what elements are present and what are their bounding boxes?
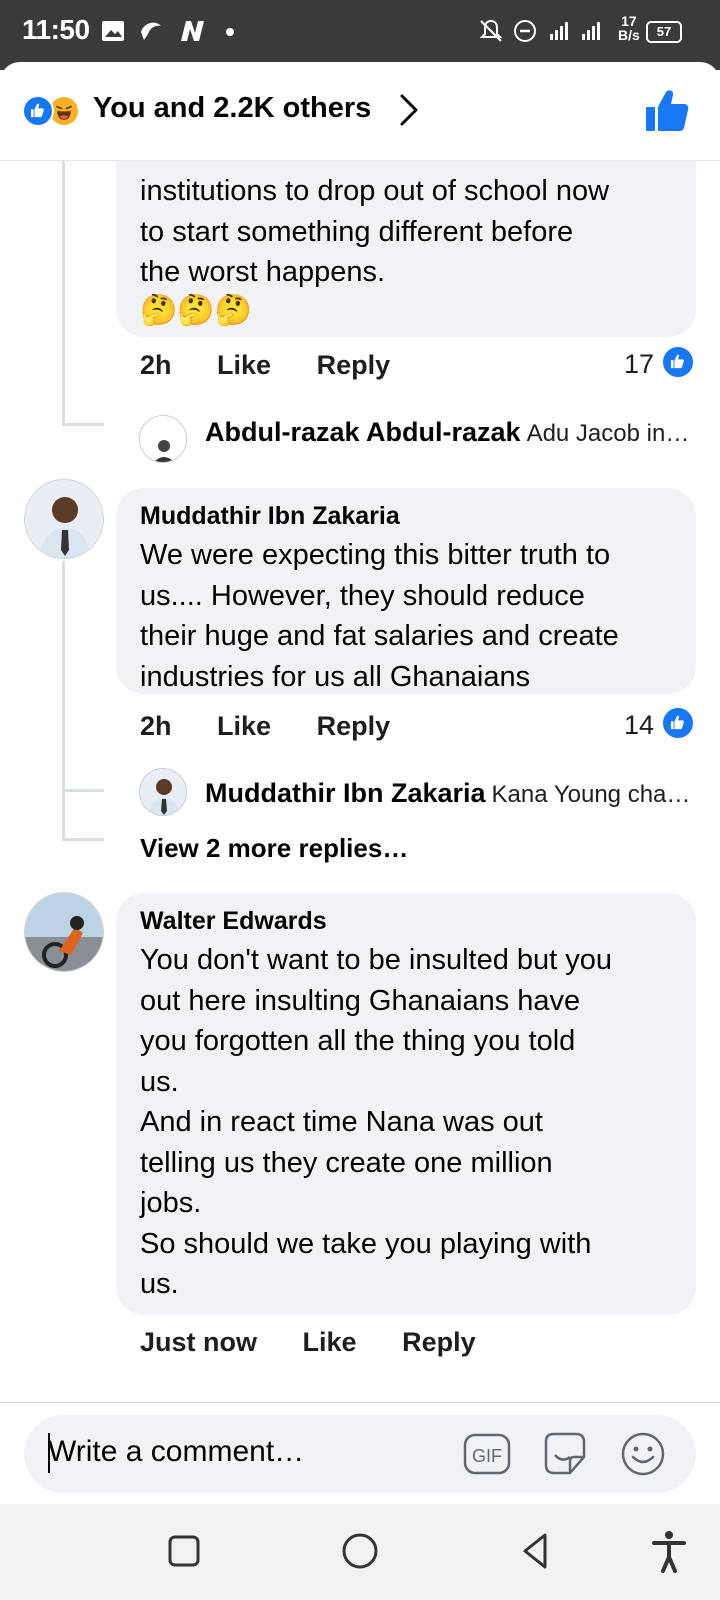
mute-icon bbox=[479, 19, 503, 42]
reply-author: Abdul-razak Abdul-razak bbox=[205, 417, 521, 447]
home-icon[interactable] bbox=[335, 1526, 385, 1576]
comment-bubble[interactable]: institutions to drop out of school now t… bbox=[116, 161, 696, 337]
view-more-replies[interactable]: View 2 more replies… bbox=[140, 833, 408, 864]
gif-icon[interactable]: GIF bbox=[462, 1429, 512, 1479]
comment-actions: 2h Like Reply bbox=[140, 350, 428, 381]
like-reaction-icon bbox=[22, 95, 54, 127]
avatar-icon bbox=[25, 480, 103, 558]
dnd-icon bbox=[514, 20, 536, 42]
thread-connector bbox=[62, 423, 104, 426]
like-button[interactable]: Like bbox=[303, 1327, 357, 1357]
status-bar: 11:50 17 B/s 57 bbox=[0, 0, 720, 70]
emoji-icon[interactable] bbox=[618, 1429, 668, 1479]
comments-list[interactable]: institutions to drop out of school now t… bbox=[0, 161, 720, 1401]
signal-icon bbox=[550, 22, 600, 40]
comment-time: Just now bbox=[140, 1327, 258, 1357]
like-badge-icon bbox=[661, 345, 695, 379]
reply-avatar[interactable] bbox=[139, 415, 187, 463]
app-notification-icon bbox=[141, 22, 161, 40]
reply-snippet: Adu Jacob in… bbox=[526, 420, 690, 447]
status-time: 11:50 bbox=[22, 14, 90, 45]
comment-text: You don't want to be insulted but you ou… bbox=[140, 944, 613, 1300]
gif-label: GIF bbox=[472, 1446, 502, 1466]
comment-text: institutions to drop out of school now t… bbox=[140, 175, 610, 288]
thread-connector bbox=[62, 561, 65, 841]
back-icon[interactable] bbox=[511, 1526, 561, 1576]
reply-preview[interactable]: Abdul-razak Abdul-razak Adu Jacob in… bbox=[205, 417, 695, 448]
comment-bubble[interactable]: Walter Edwards You don't want to be insu… bbox=[116, 893, 696, 1315]
reply-button[interactable]: Reply bbox=[317, 350, 391, 380]
thread-connector bbox=[62, 161, 65, 426]
avatar-icon bbox=[25, 893, 103, 971]
comment-actions: 2h Like Reply bbox=[140, 711, 428, 742]
comment-author[interactable]: Muddathir Ibn Zakaria bbox=[140, 502, 672, 531]
reactions-summary[interactable]: You and 2.2K others bbox=[93, 92, 371, 125]
thread-connector bbox=[62, 838, 104, 841]
chevron-right-icon[interactable] bbox=[396, 92, 422, 128]
composer-pill[interactable]: Write a comment… GIF bbox=[24, 1415, 696, 1493]
news-notification-icon bbox=[181, 21, 204, 41]
comment-time: 2h bbox=[140, 350, 172, 380]
reply-button[interactable]: Reply bbox=[402, 1327, 476, 1357]
reaction-icons[interactable] bbox=[22, 93, 86, 129]
comment-bubble[interactable]: Muddathir Ibn Zakaria We were expecting … bbox=[116, 488, 696, 694]
comment-text: We were expecting this bitter truth to u… bbox=[140, 539, 619, 693]
commenter-avatar[interactable] bbox=[24, 892, 104, 972]
comment-emoji: 🤔🤔🤔 bbox=[140, 293, 253, 327]
comment-actions: Just now Like Reply bbox=[140, 1327, 514, 1358]
like-button[interactable]: Like bbox=[217, 711, 271, 741]
reply-preview[interactable]: Muddathir Ibn Zakaria Kana Young cha… bbox=[205, 778, 695, 809]
battery-level: 57 bbox=[656, 24, 672, 39]
reply-snippet: Kana Young cha… bbox=[491, 781, 691, 808]
like-button[interactable]: Like bbox=[217, 350, 271, 380]
reply-author: Muddathir Ibn Zakaria bbox=[205, 778, 486, 808]
more-notifications-dot bbox=[226, 28, 234, 36]
like-badge-icon bbox=[661, 706, 695, 740]
commenter-avatar[interactable] bbox=[24, 479, 104, 559]
network-speed-unit: B/s bbox=[618, 27, 640, 43]
reactions-header: You and 2.2K others bbox=[0, 62, 720, 161]
system-nav-bar bbox=[0, 1504, 720, 1600]
comment-time: 2h bbox=[140, 711, 172, 741]
thread-connector bbox=[62, 789, 104, 792]
network-speed: 17 B/s bbox=[618, 14, 640, 42]
sticker-icon[interactable] bbox=[540, 1429, 590, 1479]
like-count: 17 bbox=[624, 349, 655, 379]
gallery-notification-icon bbox=[102, 21, 124, 41]
comment-composer: Write a comment… GIF bbox=[0, 1402, 720, 1505]
avatar-icon bbox=[140, 416, 186, 462]
avatar-icon bbox=[140, 769, 186, 815]
like-count: 14 bbox=[624, 710, 655, 740]
reply-button[interactable]: Reply bbox=[317, 711, 391, 741]
reply-avatar[interactable] bbox=[139, 768, 187, 816]
recents-icon[interactable] bbox=[159, 1526, 209, 1576]
thumbs-up-icon[interactable] bbox=[644, 88, 690, 134]
network-speed-value: 17 bbox=[621, 13, 637, 29]
accessibility-icon[interactable] bbox=[644, 1526, 694, 1576]
comment-author[interactable]: Walter Edwards bbox=[140, 907, 672, 936]
comment-input[interactable]: Write a comment… bbox=[48, 1435, 304, 1469]
battery-icon: 57 bbox=[646, 21, 682, 43]
